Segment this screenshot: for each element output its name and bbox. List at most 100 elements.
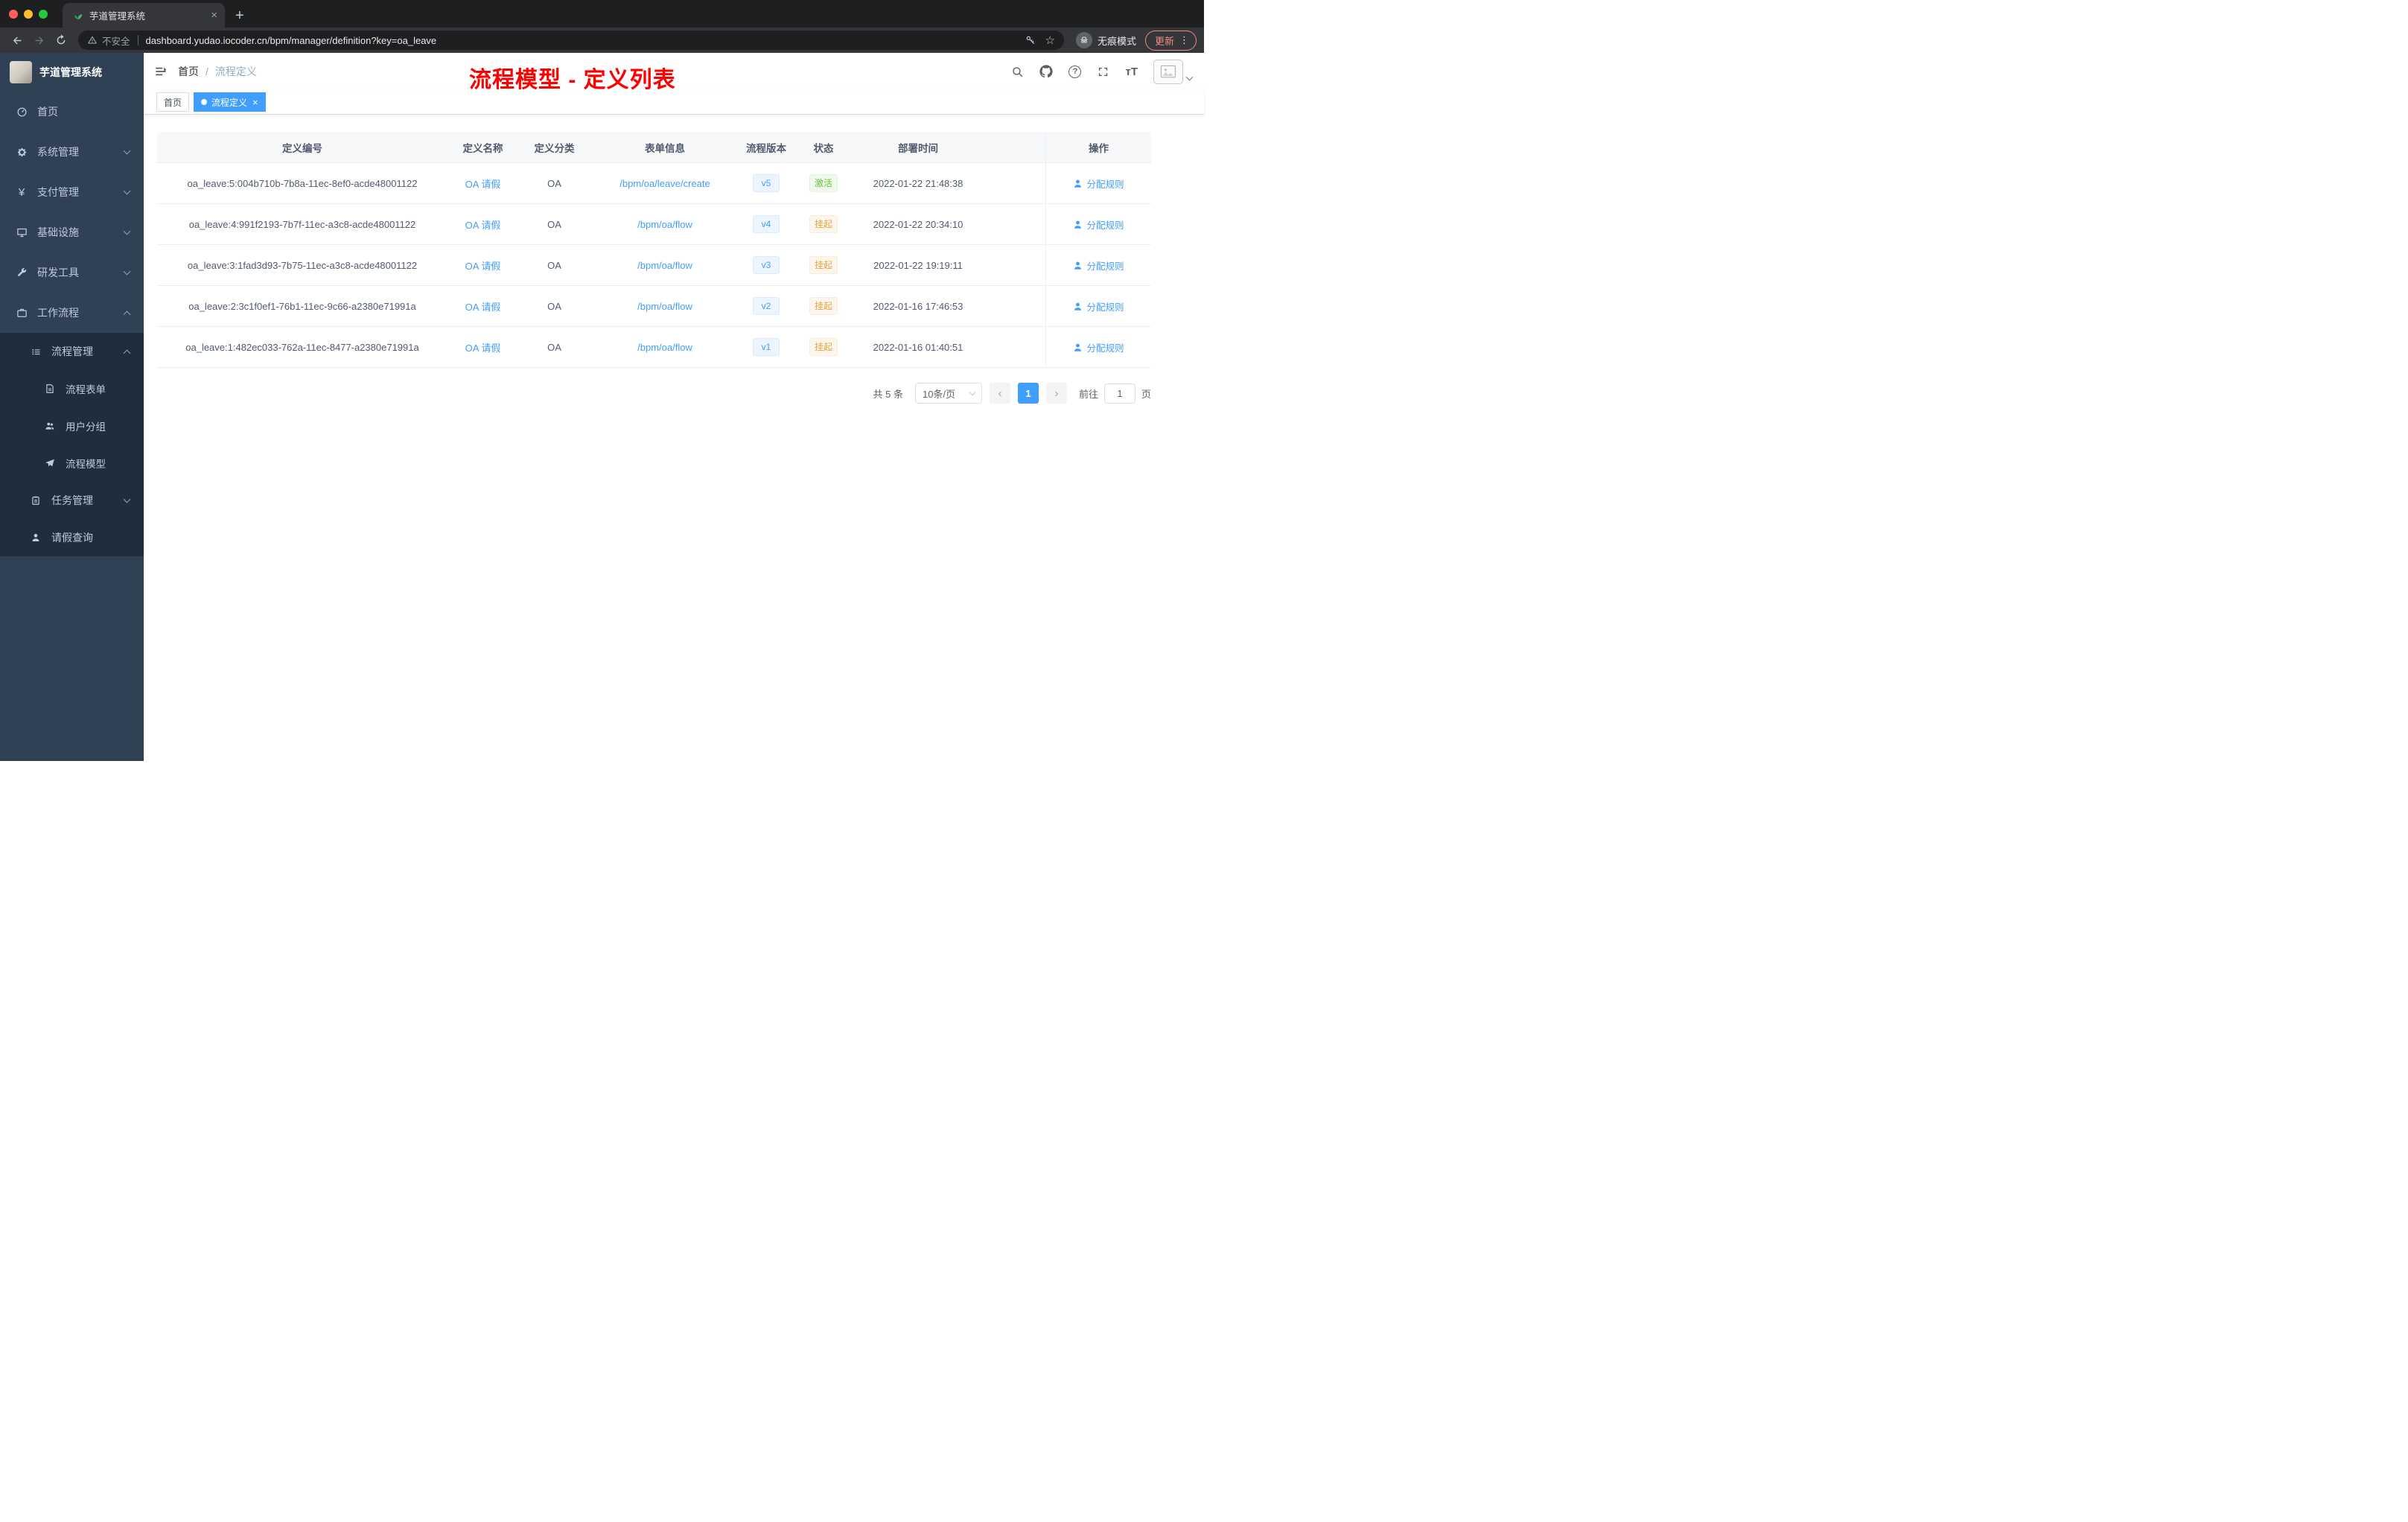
sidebar-item-system[interactable]: 系统管理: [0, 132, 144, 172]
definition-table: 定义编号 定义名称 定义分类 表单信息 流程版本 状态 部署时间 操作 oa_l…: [157, 132, 1151, 368]
security-status[interactable]: 不安全: [87, 34, 130, 48]
font-size-icon[interactable]: тT: [1125, 66, 1138, 78]
sidebar-item-label: 任务管理: [51, 494, 93, 506]
form-info-link[interactable]: /bpm/oa/leave/create: [619, 178, 710, 189]
version-tag: v5: [753, 174, 780, 192]
forward-icon[interactable]: [29, 31, 49, 51]
user-menu[interactable]: [1153, 59, 1194, 84]
url-text[interactable]: dashboard.yudao.iocoder.cn/bpm/manager/d…: [146, 35, 437, 46]
update-label: 更新: [1154, 35, 1174, 47]
window-zoom-button[interactable]: [39, 9, 48, 19]
table-row: oa_leave:3:1fad3d93-7b75-11ec-a3c8-acde4…: [157, 245, 1151, 286]
sidebar-item-payment[interactable]: ¥ 支付管理: [0, 172, 144, 212]
definition-id: oa_leave:2:3c1f0ef1-76b1-11ec-9c66-a2380…: [188, 300, 416, 312]
hamburger-icon[interactable]: [144, 53, 178, 90]
assign-rule-link[interactable]: 分配规则: [1073, 299, 1124, 313]
column-header-version: 流程版本: [746, 142, 786, 154]
clipboard-icon: [30, 495, 42, 506]
sidebar: 芋道管理系统 首页 系统管理 ¥ 支付管理 基础设施 研发工具 工作流程 流程管…: [0, 53, 144, 761]
table-body: oa_leave:5:004b710b-7b8a-11ec-8ef0-acde4…: [157, 163, 1151, 368]
sidebar-item-label: 流程管理: [51, 346, 93, 357]
tag-home[interactable]: 首页: [156, 92, 190, 112]
reload-icon[interactable]: [51, 31, 71, 51]
sidebar-item-home[interactable]: 首页: [0, 92, 144, 132]
sidebar-item-devtools[interactable]: 研发工具: [0, 252, 144, 293]
chevron-down-icon: [123, 495, 131, 503]
sidebar-item-infra[interactable]: 基础设施: [0, 212, 144, 252]
next-page-button[interactable]: ›: [1045, 383, 1067, 404]
assign-rule-link[interactable]: 分配规则: [1073, 217, 1124, 232]
definition-name-link[interactable]: OA 请假: [465, 258, 501, 273]
breadcrumb: 首页 / 流程定义: [178, 64, 257, 79]
sidebar-item-label: 流程模型: [66, 459, 106, 470]
form-info-link[interactable]: /bpm/oa/flow: [637, 342, 692, 353]
goto-page: 前往 页: [1079, 383, 1151, 404]
form-info-link[interactable]: /bpm/oa/flow: [637, 260, 692, 271]
column-header-actions: 操作: [1045, 132, 1151, 162]
avatar[interactable]: [1153, 59, 1183, 84]
pagination: 共 5 条 10条/页 ‹ 1 › 前往 页: [157, 383, 1151, 404]
help-icon[interactable]: ?: [1068, 65, 1082, 78]
status-badge: 挂起: [809, 215, 838, 233]
user-icon: [1074, 261, 1082, 270]
chevron-down-icon: [969, 389, 976, 395]
back-icon[interactable]: [7, 31, 28, 51]
sidebar-item-task-management[interactable]: 任务管理: [0, 482, 144, 519]
definition-category: OA: [547, 259, 561, 271]
new-tab-button[interactable]: +: [235, 8, 244, 23]
definition-name-link[interactable]: OA 请假: [465, 176, 501, 191]
assign-rule-link[interactable]: 分配规则: [1073, 176, 1124, 191]
form-info-link[interactable]: /bpm/oa/flow: [637, 219, 692, 230]
table-row: oa_leave:1:482ec033-762a-11ec-8477-a2380…: [157, 327, 1151, 368]
fullscreen-icon[interactable]: [1097, 66, 1109, 78]
assign-rule-link[interactable]: 分配规则: [1073, 258, 1124, 273]
sidebar-item-workflow[interactable]: 工作流程: [0, 293, 144, 333]
form-info-link[interactable]: /bpm/oa/flow: [637, 301, 692, 312]
sidebar-item-process-management[interactable]: 流程管理: [0, 333, 144, 370]
status-badge: 挂起: [809, 297, 838, 315]
search-icon[interactable]: [1011, 66, 1024, 78]
definition-name-link[interactable]: OA 请假: [465, 340, 501, 354]
definition-name-link[interactable]: OA 请假: [465, 217, 501, 232]
sidebar-item-user-group[interactable]: 用户分组: [0, 407, 144, 445]
assign-rule-link[interactable]: 分配规则: [1073, 340, 1124, 354]
address-bar[interactable]: 不安全 dashboard.yudao.iocoder.cn/bpm/manag…: [78, 31, 1064, 50]
tab-favicon: [71, 10, 83, 21]
goto-page-input[interactable]: [1103, 383, 1135, 404]
deploy-time: 2022-01-16 17:46:53: [873, 300, 963, 312]
current-page-button[interactable]: 1: [1017, 383, 1039, 404]
sidebar-item-process-model[interactable]: 流程模型: [0, 445, 144, 482]
page-size-select[interactable]: 10条/页: [914, 383, 982, 404]
send-icon: [44, 458, 56, 468]
window-close-button[interactable]: [9, 9, 18, 19]
user-icon: [1074, 220, 1082, 229]
tag-process-definition[interactable]: 流程定义 ×: [194, 92, 266, 112]
deploy-time: 2022-01-16 01:40:51: [873, 341, 963, 353]
github-icon[interactable]: [1039, 65, 1054, 78]
active-dot: [201, 99, 208, 105]
column-header-status: 状态: [813, 142, 834, 154]
briefcase-icon: [16, 308, 28, 319]
tag-close-icon[interactable]: ×: [252, 98, 258, 107]
version-tag: v3: [753, 256, 780, 274]
browser-menu-icon[interactable]: ⋮: [1179, 34, 1189, 46]
list-icon: [30, 346, 42, 357]
prev-page-button[interactable]: ‹: [989, 383, 1010, 404]
browser-update-button[interactable]: 更新 ⋮: [1144, 30, 1197, 51]
sidebar-logo[interactable]: 芋道管理系统: [0, 53, 144, 92]
sidebar-item-process-form[interactable]: 流程表单: [0, 370, 144, 407]
breadcrumb-home[interactable]: 首页: [178, 64, 199, 79]
status-badge: 挂起: [809, 338, 838, 356]
definition-id: oa_leave:4:991f2193-7b7f-11ec-a3c8-acde4…: [188, 218, 416, 230]
bookmark-star-icon[interactable]: ☆: [1045, 34, 1055, 47]
definition-name-link[interactable]: OA 请假: [465, 299, 501, 313]
tab-close-icon[interactable]: ×: [211, 10, 217, 21]
incognito-icon: [1075, 32, 1092, 48]
sidebar-item-leave-query[interactable]: 请假查询: [0, 519, 144, 556]
password-key-icon[interactable]: [1025, 34, 1036, 46]
column-header-form: 表单信息: [645, 142, 685, 154]
browser-tab[interactable]: 芋道管理系统 ×: [63, 3, 225, 28]
users-icon: [44, 421, 56, 431]
window-minimize-button[interactable]: [24, 9, 33, 19]
incognito-label: 无痕模式: [1097, 35, 1136, 47]
